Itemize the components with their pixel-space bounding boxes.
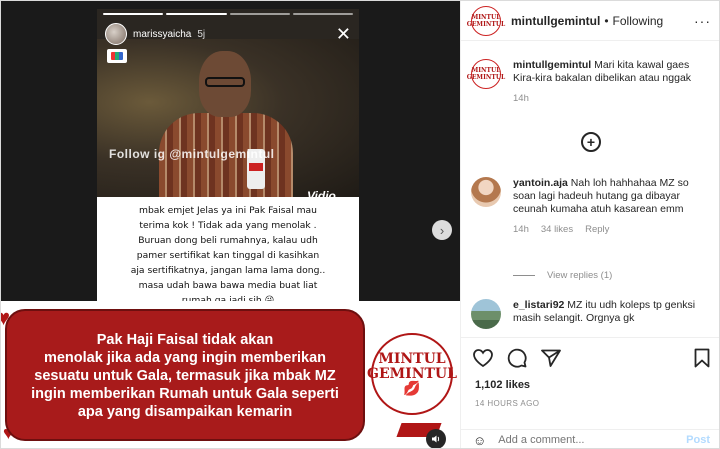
story-caption-line: rumah ga jadi sih 😜 <box>181 295 275 301</box>
story-progress-bars <box>103 13 353 15</box>
mintul-gemintul-logo: MINTUL GEMINTUL 💋 <box>367 333 457 415</box>
reply-button[interactable]: Reply <box>585 224 609 235</box>
story-watermark: Follow ig @mintulgemintul <box>109 147 275 161</box>
banner-line: apa yang disampaikan kemarin <box>77 404 293 420</box>
comment-input[interactable] <box>498 434 687 446</box>
comment-meta: 14h 34 likes Reply <box>513 224 703 235</box>
post-button[interactable]: Post <box>686 434 710 446</box>
save-icon[interactable] <box>692 348 712 368</box>
commenter-avatar[interactable] <box>471 177 501 207</box>
avatar-text: MINTUL GEMINTUL <box>466 13 506 28</box>
avatar-text: MINTUL GEMINTUL <box>466 67 506 81</box>
comment-icon[interactable] <box>507 348 527 368</box>
post-media[interactable]: Follow ig @mintulgemintul Vidio marissya… <box>1 1 460 448</box>
story-screenshot: Follow ig @mintulgemintul Vidio marissya… <box>97 9 359 301</box>
glasses <box>205 77 245 87</box>
caption-time: 14h <box>513 93 529 104</box>
caption-username[interactable]: mintullgemintul <box>513 59 591 71</box>
comment-username[interactable]: e_listari92 <box>513 299 564 311</box>
comment-item: yantoin.aja Nah loh hahhahaa MZ so soan … <box>471 177 703 235</box>
logo-line1: MINTUL <box>378 350 446 367</box>
view-replies-label: View replies (1) <box>547 270 613 281</box>
account-avatar[interactable]: MINTUL GEMINTUL <box>467 5 505 36</box>
story-caption-line: pamer sertifikat kan tinggal di kasihkan <box>136 250 320 261</box>
separator-dot: • <box>604 13 609 28</box>
comment-likes[interactable]: 34 likes <box>541 224 573 235</box>
chevron-right-icon[interactable]: › <box>432 220 452 240</box>
likes-count[interactable]: 1,102 likes <box>475 379 530 391</box>
share-icon[interactable] <box>541 348 561 368</box>
story-caption-line: terima kok ! Tidak ada yang menolak . <box>139 220 317 231</box>
story-caption-line: aja sertifikatnya, jangan lama lama dong… <box>130 265 326 276</box>
account-username[interactable]: mintullgemintul <box>511 14 600 28</box>
post-header: MINTUL GEMINTUL mintullgemintul • Follow… <box>461 1 719 41</box>
commenter-avatar[interactable] <box>471 299 501 329</box>
post-caption: MINTUL GEMINTUL mintullgemintul Mari kit… <box>467 59 703 104</box>
tv-channel-icon <box>107 49 127 63</box>
story-caption-line: mbak emjet Jelas ya ini Pak Faisal mau <box>139 205 317 216</box>
comment-item: e_listari92 MZ itu udh koleps tp genksi … <box>471 299 703 329</box>
banner-line: sesuatu untuk Gala, termasuk jika mbak M… <box>34 368 336 384</box>
post-actions <box>461 337 719 377</box>
caption-text: mintullgemintul Mari kita kawal gaes Kir… <box>513 59 703 85</box>
add-circle-icon[interactable]: + <box>581 132 601 152</box>
banner-line: Pak Haji Faisal tidak akan <box>96 332 274 348</box>
emoji-icon[interactable]: ☺ <box>473 433 486 448</box>
heart-icon[interactable] <box>473 348 493 368</box>
comment-username[interactable]: yantoin.aja <box>513 177 568 189</box>
following-button[interactable]: Following <box>613 14 664 28</box>
video-frame: Follow ig @mintulgemintul Vidio <box>97 39 359 203</box>
comment-time: 14h <box>513 224 529 235</box>
comment-text: yantoin.aja Nah loh hahhahaa MZ so soan … <box>513 177 703 216</box>
quote-banner: ♥ ♥ Pak Haji Faisal tidak akan menolak j… <box>1 301 460 448</box>
caption-meta: 14h <box>513 93 703 104</box>
banner-line: ingin memberikan Rumah untuk Gala sepert… <box>31 386 339 402</box>
more-icon[interactable]: ··· <box>694 13 711 29</box>
view-replies-button[interactable]: View replies (1) <box>513 270 612 281</box>
story-caption-line: masa udah bawa bawa media buat liat <box>138 280 318 291</box>
banner-text: Pak Haji Faisal tidak akan menolak jika … <box>15 331 355 421</box>
posted-time: 14 HOURS AGO <box>475 399 540 408</box>
close-icon: ✕ <box>335 24 351 44</box>
add-comment-bar: ☺ Post <box>461 429 719 448</box>
story-username: marissyaicha <box>133 28 192 40</box>
volume-icon[interactable] <box>426 429 446 448</box>
logo-line2: GEMINTUL <box>367 365 457 382</box>
story-time: 5j <box>197 28 206 40</box>
lips-icon: 💋 <box>403 380 421 397</box>
story-header: marissyaicha 5j ✕ <box>105 21 351 47</box>
instagram-post-window: Follow ig @mintulgemintul Vidio marissya… <box>0 0 720 449</box>
story-caption-line: Buruan dong beli rumahnya, kalau udh <box>138 235 318 246</box>
story-caption: mbak emjet Jelas ya ini Pak Faisal mau t… <box>97 197 359 301</box>
story-avatar <box>105 23 127 45</box>
caption-avatar[interactable]: MINTUL GEMINTUL <box>467 59 505 89</box>
comment-text: e_listari92 MZ itu udh koleps tp genksi … <box>513 299 703 325</box>
banner-line: menolak jika ada yang ingin memberikan <box>43 350 327 366</box>
post-side-panel: MINTUL GEMINTUL mintullgemintul • Follow… <box>460 1 719 448</box>
